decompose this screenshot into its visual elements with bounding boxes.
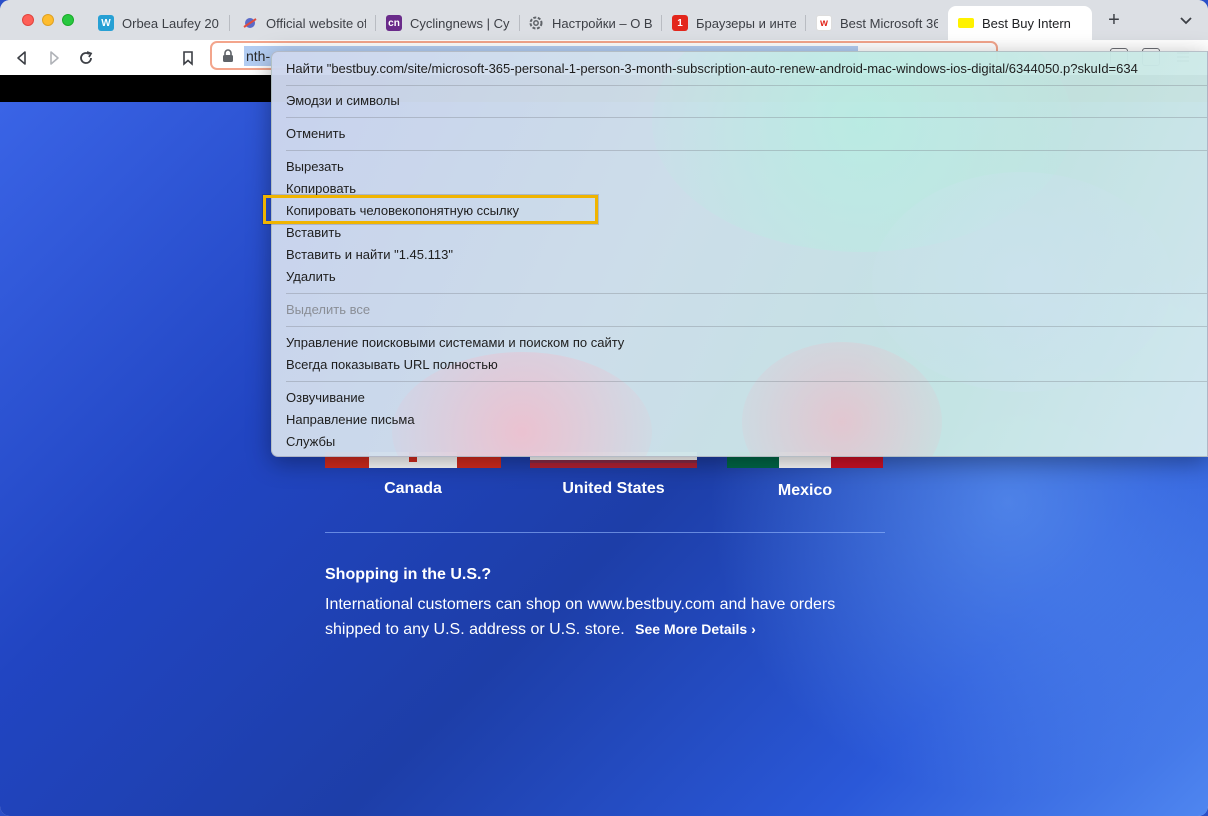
minimize-window-button[interactable] xyxy=(42,14,54,26)
forward-arrow-icon xyxy=(50,51,59,65)
tab-browsers-news[interactable]: 1 Браузеры и интер xyxy=(662,6,806,40)
bookmark-button[interactable] xyxy=(176,46,200,70)
menu-item-services[interactable]: Службы xyxy=(286,432,335,452)
tab-best-microsoft[interactable]: w Best Microsoft 36 xyxy=(806,6,948,40)
wordpress-icon: W xyxy=(98,15,114,31)
menu-item-manage-search-engines[interactable]: Управление поисковыми системами и поиско… xyxy=(286,333,624,353)
menu-item-always-show-full-url[interactable]: Всегда показывать URL полностью xyxy=(286,355,498,375)
w-icon: w xyxy=(816,15,832,31)
tab-best-buy-international[interactable]: Best Buy Intern xyxy=(948,6,1092,40)
tab-title: Настройки – О Br xyxy=(552,15,652,31)
menu-item-emoji[interactable]: Эмодзи и символы xyxy=(286,91,400,111)
highlight-box xyxy=(263,195,598,224)
menu-item-speech[interactable]: Озвучивание xyxy=(286,388,365,408)
forward-button[interactable] xyxy=(42,46,66,70)
context-menu: Найти "bestbuy.com/site/microsoft-365-pe… xyxy=(271,51,1208,457)
cn-icon: cn xyxy=(386,15,402,31)
bestbuy-tag-icon xyxy=(958,18,974,28)
menu-item-select-all: Выделить все xyxy=(286,302,371,317)
tab-title: Best Microsoft 36 xyxy=(840,15,938,31)
tab-strip: W Orbea Laufey 20 H Official website of … xyxy=(0,0,1208,40)
back-button[interactable] xyxy=(10,46,34,70)
back-arrow-icon xyxy=(17,51,26,65)
maximize-window-button[interactable] xyxy=(62,14,74,26)
browser-window: W Orbea Laufey 20 H Official website of … xyxy=(0,0,1208,816)
tab-official-website[interactable]: Official website of xyxy=(232,6,376,40)
menu-item-paste-and-search[interactable]: Вставить и найти "1.45.113" xyxy=(286,245,453,265)
shopping-desc-text: International customers can shop on www.… xyxy=(325,596,836,638)
bookmark-icon xyxy=(183,51,193,66)
reload-icon xyxy=(80,51,93,64)
new-tab-button[interactable]: + xyxy=(1104,10,1124,30)
country-canada[interactable]: Canada xyxy=(325,480,501,498)
tab-settings[interactable]: Настройки – О Br xyxy=(518,6,662,40)
section-divider xyxy=(325,532,885,533)
shopping-description: International customers can shop on www.… xyxy=(325,593,885,642)
tab-title: Cyclingnews | Cyc xyxy=(410,15,510,31)
menu-item-writing-direction[interactable]: Направление письма xyxy=(286,410,415,430)
menu-item-paste[interactable]: Вставить xyxy=(286,223,341,243)
chevron-down-icon[interactable] xyxy=(1178,12,1194,28)
country-mexico[interactable]: Mexico xyxy=(727,482,883,500)
close-window-button[interactable] xyxy=(22,14,34,26)
menu-item-cut[interactable]: Вырезать xyxy=(286,157,344,177)
tab-title: Orbea Laufey 20 H xyxy=(122,15,220,31)
tab-title: Браузеры и интер xyxy=(696,15,796,31)
lock-icon xyxy=(223,49,233,62)
menu-item-delete[interactable]: Удалить xyxy=(286,267,336,287)
address-bar-text: nth- xyxy=(246,48,271,64)
country-united-states[interactable]: United States xyxy=(530,480,697,498)
ru-news-icon: 1 xyxy=(672,15,688,31)
reload-button[interactable] xyxy=(74,46,98,70)
tab-orbea[interactable]: W Orbea Laufey 20 H xyxy=(88,6,230,40)
tab-title: Best Buy Intern xyxy=(982,15,1071,31)
menu-item-find[interactable]: Найти "bestbuy.com/site/microsoft-365-pe… xyxy=(286,59,1138,79)
tab-title: Official website of xyxy=(266,15,366,31)
gear-icon xyxy=(528,15,544,31)
see-more-details-link[interactable]: See More Details › xyxy=(635,621,756,637)
tab-cyclingnews[interactable]: cn Cyclingnews | Cyc xyxy=(376,6,520,40)
satellite-icon xyxy=(242,15,258,31)
shopping-title: Shopping in the U.S.? xyxy=(325,566,492,583)
menu-item-undo[interactable]: Отменить xyxy=(286,124,345,144)
